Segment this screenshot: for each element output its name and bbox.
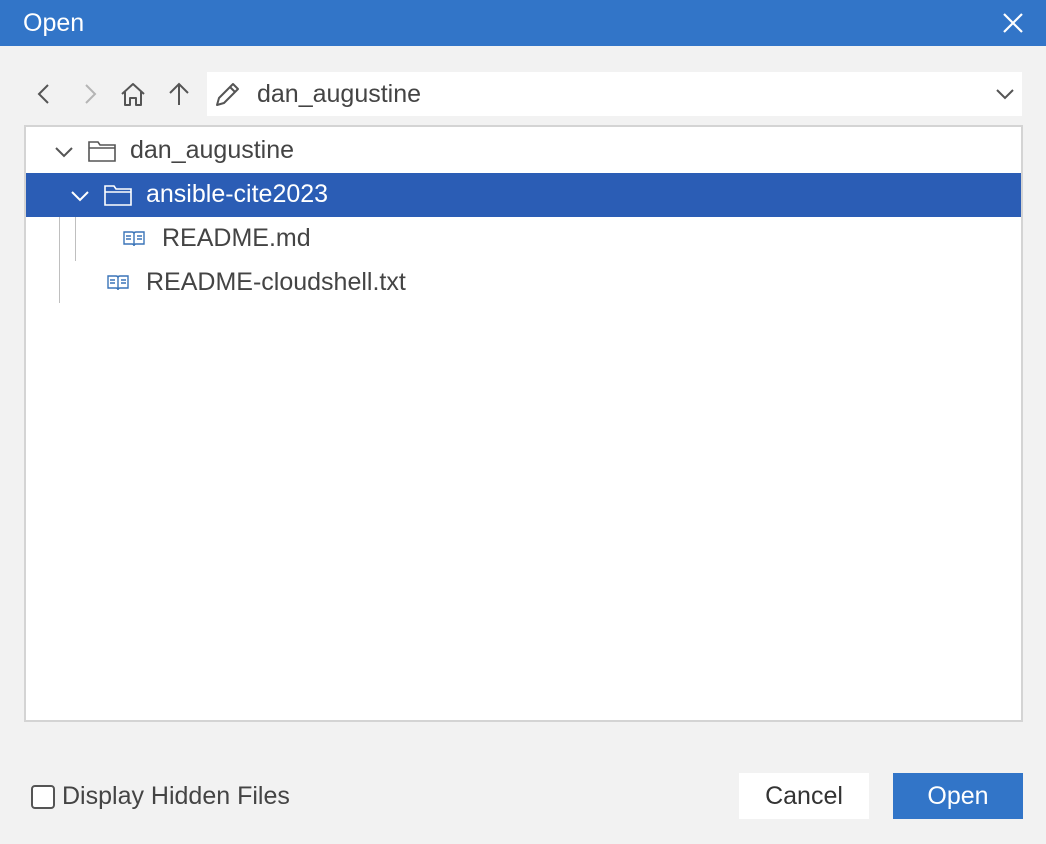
chevron-down-icon[interactable]	[69, 185, 91, 212]
hidden-files-checkbox[interactable]	[31, 784, 55, 809]
tree-item-label: ansible-cite2023	[146, 180, 329, 208]
document-icon	[106, 273, 130, 298]
back-icon[interactable]	[30, 80, 58, 108]
chevron-down-icon[interactable]	[994, 83, 1016, 110]
up-arrow-icon[interactable]	[165, 80, 193, 108]
tree-item-ansible-cite2023[interactable]: ansible-cite2023	[26, 173, 1021, 217]
dialog-titlebar: Open	[0, 0, 1046, 46]
forward-icon[interactable]	[76, 80, 104, 108]
tree-item-readme-cloudshell[interactable]: README-cloudshell.txt	[26, 261, 1021, 305]
document-icon	[122, 229, 146, 254]
cancel-button[interactable]: Cancel	[739, 773, 869, 819]
chevron-down-icon[interactable]	[53, 141, 75, 168]
tree-item-dan-augustine[interactable]: dan_augustine	[26, 129, 1021, 173]
tree-item-label: README.md	[162, 224, 311, 252]
open-button[interactable]: Open	[893, 773, 1023, 819]
folder-icon	[87, 137, 117, 170]
display-hidden-files-toggle[interactable]: Display Hidden Files	[31, 782, 290, 811]
path-text: dan_augustine	[257, 80, 422, 108]
file-tree[interactable]: dan_augustine ansible-cite2023 README.md…	[24, 125, 1023, 722]
path-combobox[interactable]: dan_augustine	[207, 72, 1022, 116]
navigation-bar: dan_augustine	[24, 72, 1022, 116]
folder-icon	[103, 181, 133, 214]
dialog-title: Open	[23, 8, 85, 37]
pencil-icon[interactable]	[213, 79, 243, 114]
hidden-files-label: Display Hidden Files	[62, 782, 290, 810]
tree-item-label: dan_augustine	[130, 136, 295, 164]
tree-item-label: README-cloudshell.txt	[146, 268, 406, 296]
tree-item-readme-md[interactable]: README.md	[26, 217, 1021, 261]
close-icon[interactable]	[1000, 10, 1026, 36]
home-icon[interactable]	[119, 80, 147, 108]
